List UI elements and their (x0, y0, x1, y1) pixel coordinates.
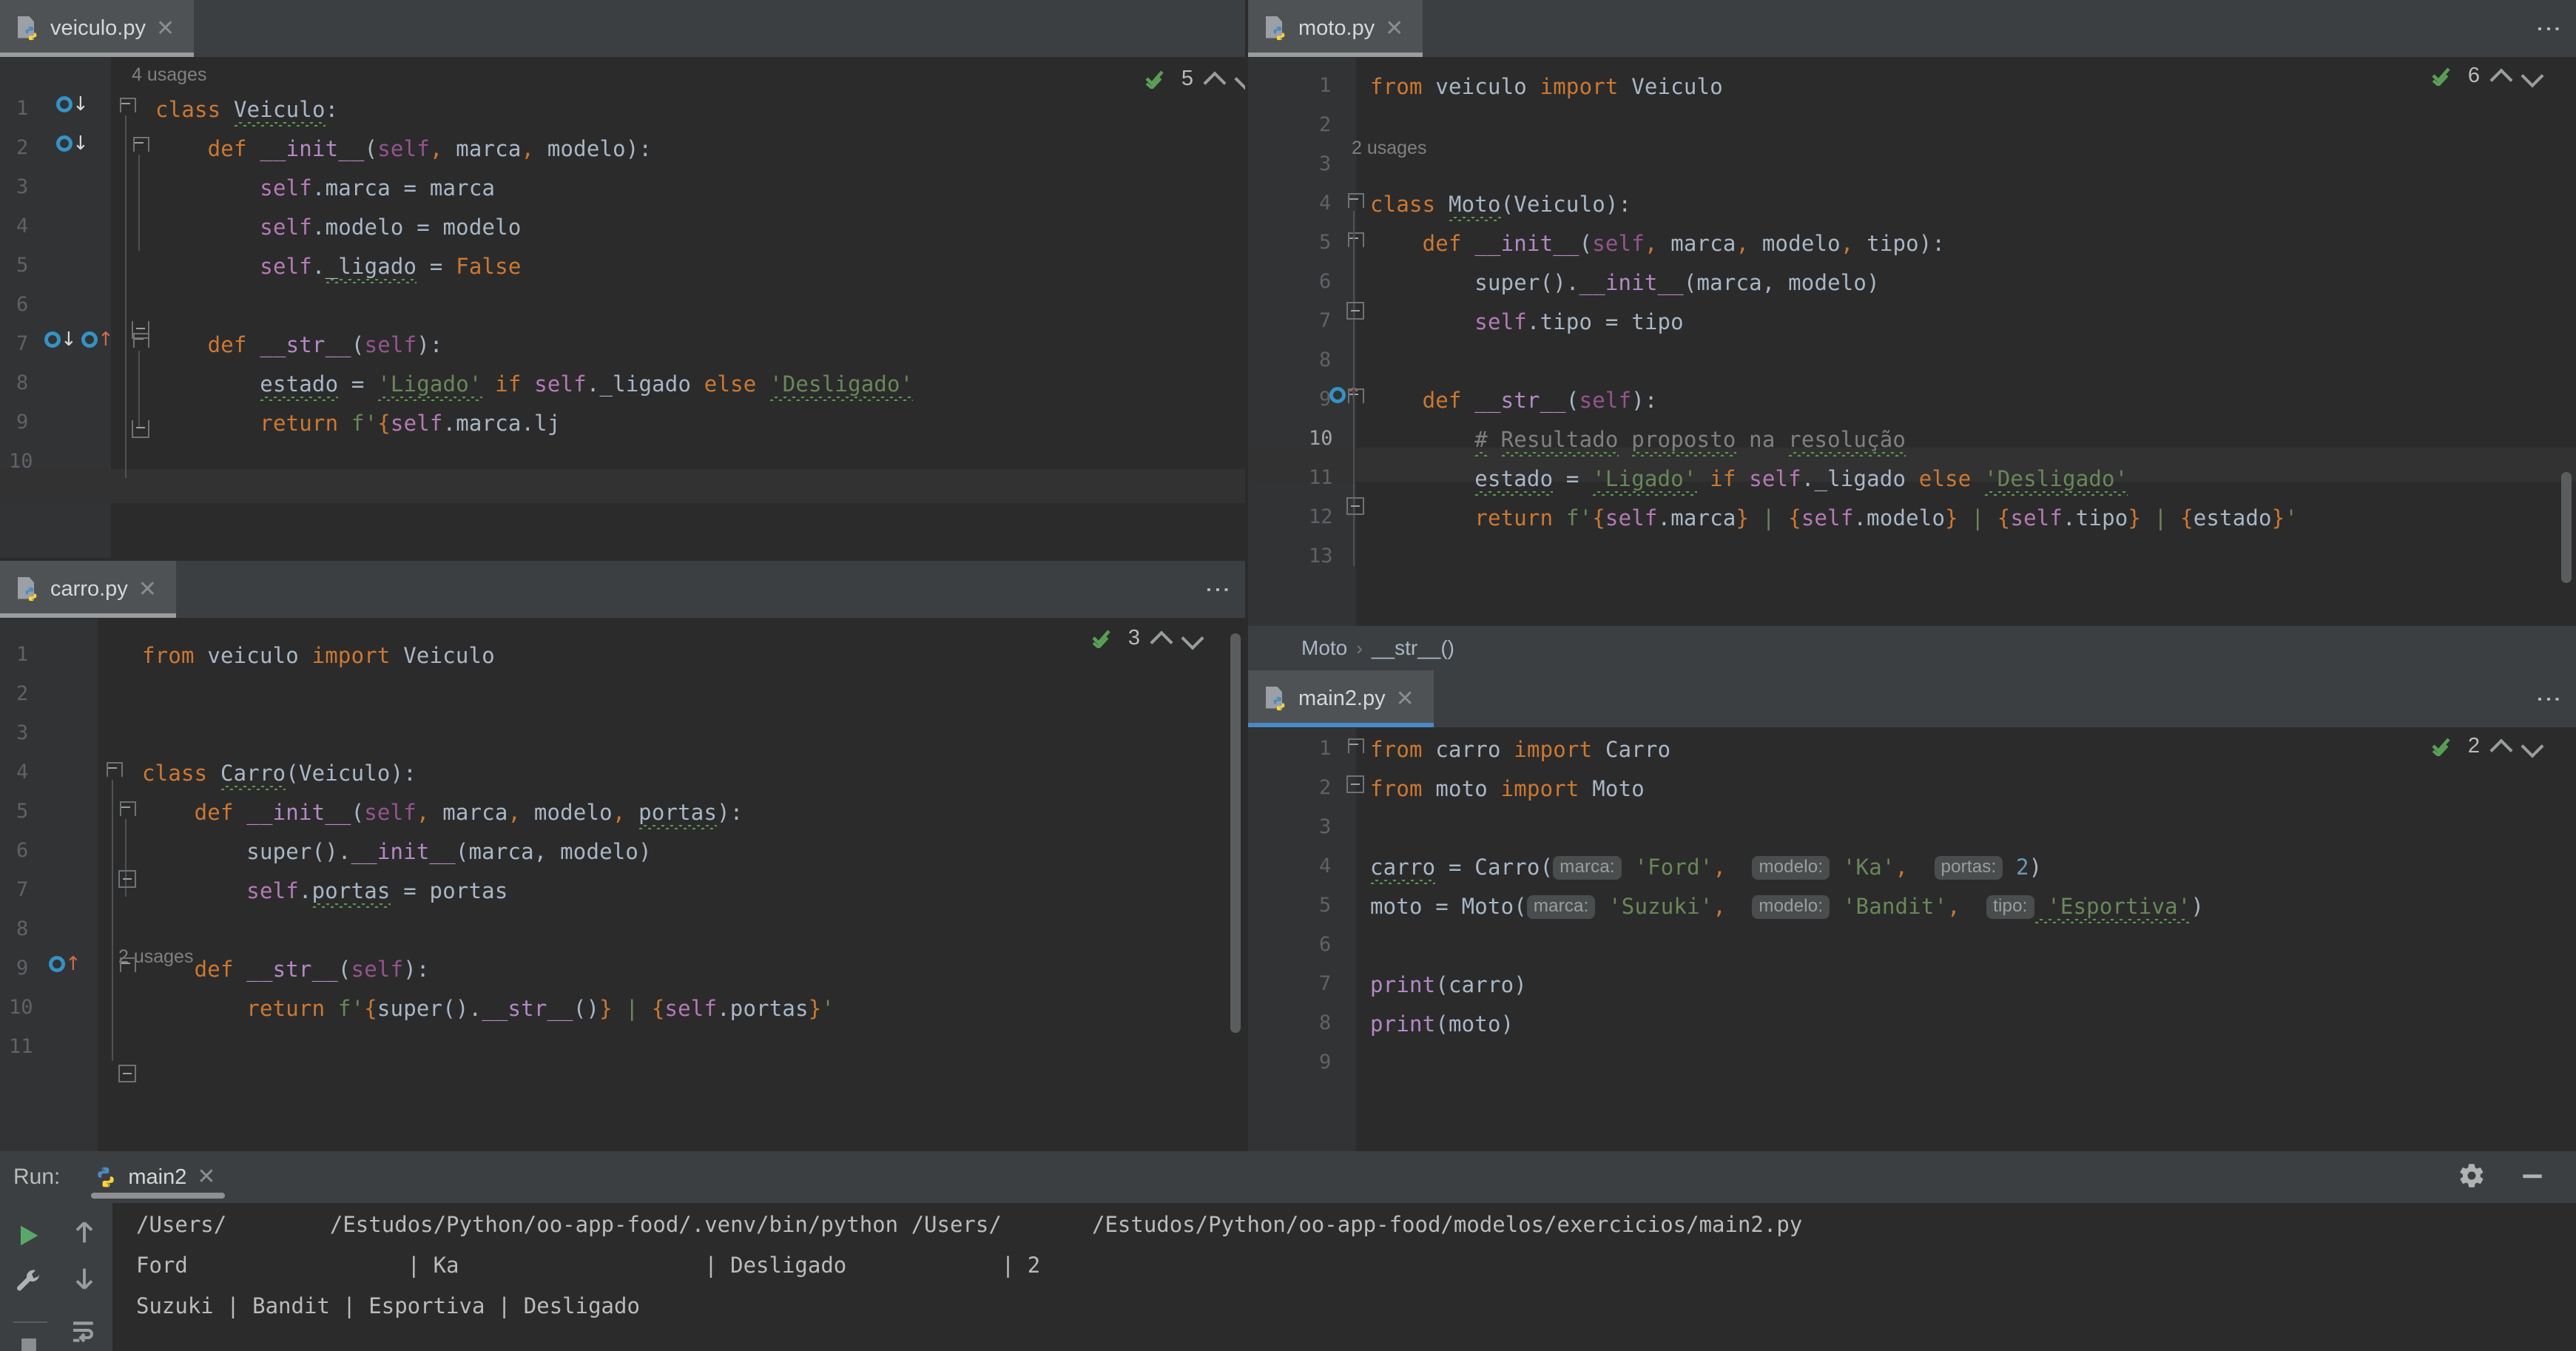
editor-scrollbar-carro[interactable] (1230, 633, 1241, 1033)
green-double-check-icon (1145, 70, 1164, 89)
console-line: Suzuki | Bandit | Esportiva | Desligado (136, 1293, 640, 1318)
breadcrumb[interactable]: Moto › __str__() (1301, 636, 1454, 660)
python-file-icon (18, 16, 40, 41)
param-hint-modelo: modelo: (1752, 856, 1830, 880)
tab-moto-py[interactable]: moto.py ✕ (1248, 0, 1423, 57)
close-icon[interactable]: ✕ (156, 17, 175, 40)
arrow-down-icon[interactable] (70, 1264, 99, 1296)
tabbar-carro: carro.py ✕ ⋮ (0, 561, 1245, 619)
param-hint-portas: portas: (1934, 856, 2003, 880)
tab-label: moto.py (1298, 16, 1375, 40)
param-hint-tipo: tipo: (1986, 895, 2034, 919)
editor-carro[interactable]: 2 usages 1 2 3 4 5 6 7 8 9 10 11 ↑ from … (0, 619, 1245, 1151)
editor-moto[interactable]: 2 usages 1 2 3 4 5 6 7 8 9 10 11 12 13 ↑… (1248, 58, 2576, 626)
arrow-up-icon[interactable] (70, 1218, 99, 1250)
inspection-count: 5 (1181, 67, 1193, 90)
editor-options-icon[interactable]: ⋮ (1201, 561, 1245, 618)
stop-square-icon[interactable] (16, 1333, 41, 1351)
close-icon[interactable]: ✕ (1385, 17, 1403, 40)
tab-main2-py[interactable]: main2.py ✕ (1248, 670, 1434, 727)
tabbar-main2: main2.py ✕ ⋮ (1248, 670, 2576, 728)
breadcrumb-bar: Moto › __str__() (1248, 626, 2576, 670)
gear-icon[interactable] (2458, 1162, 2486, 1193)
inspection-count: 2 (2467, 734, 2480, 758)
tabbar-spacer (1434, 670, 2532, 727)
run-toolbar-left (0, 1203, 56, 1351)
inspection-widget-main2[interactable]: 2 (2431, 734, 2542, 758)
close-icon[interactable]: ✕ (1396, 687, 1415, 710)
tab-label: carro.py (50, 577, 128, 601)
chevron-down-icon[interactable] (2523, 70, 2542, 82)
inspection-count: 3 (1127, 626, 1140, 650)
close-icon[interactable]: ✕ (197, 1166, 215, 1188)
param-hint-marca-2: marca: (1526, 895, 1596, 919)
tab-label: main2.py (1298, 687, 1386, 710)
chevron-up-icon[interactable] (2492, 741, 2511, 752)
minimize-icon[interactable] (2518, 1162, 2546, 1193)
chevron-down-icon[interactable] (2523, 741, 2542, 752)
wrench-icon[interactable] (13, 1267, 43, 1299)
breadcrumb-class[interactable]: Moto (1301, 636, 1347, 660)
param-hint-modelo-2: modelo: (1752, 895, 1830, 919)
python-file-icon (1266, 686, 1288, 712)
tabbar-spacer (176, 561, 1201, 618)
tab-carro-py[interactable]: carro.py ✕ (0, 561, 176, 618)
tabbar-spacer (1423, 0, 2532, 57)
inspection-count: 6 (2467, 64, 2480, 87)
inspection-widget-veiculo[interactable]: 5 (1144, 67, 1255, 91)
run-panel: Run: main2 ✕ /Users/ /Estudos/Python/oo-… (0, 1151, 2576, 1351)
soft-wrap-icon[interactable] (70, 1315, 99, 1348)
run-play-icon[interactable] (13, 1221, 43, 1253)
green-double-check-icon (2432, 67, 2450, 86)
tabbar-veiculo: veiculo.py ✕ ⋮ (0, 0, 1300, 58)
chevron-down-icon[interactable] (1183, 633, 1202, 644)
inspection-widget-carro[interactable]: 3 (1091, 626, 1202, 650)
ide-window: veiculo.py ✕ ⋮ 4 usages 1 2 3 4 5 6 7 8 … (0, 0, 2576, 1351)
run-tab-main2[interactable]: main2 ✕ (79, 1151, 232, 1203)
tabbar-spacer (194, 0, 1255, 57)
breadcrumb-separator: › (1356, 636, 1363, 659)
editor-options-icon[interactable]: ⋮ (2532, 0, 2576, 57)
code-veiculo: class Veiculo: def __init__(self, marca,… (155, 97, 914, 436)
console-line: /Users/ /Estudos/Python/oo-app-food/.ven… (136, 1212, 1803, 1237)
python-file-icon (18, 576, 40, 602)
chevron-up-icon[interactable] (2492, 70, 2511, 82)
horizontal-splitter-left[interactable] (0, 558, 1245, 561)
vertical-splitter[interactable] (1245, 0, 1248, 1151)
console-line: Ford | Ka | Desligado | 2 (136, 1253, 1041, 1278)
chevron-up-icon[interactable] (1205, 73, 1224, 85)
editor-scrollbar-moto[interactable] (2561, 472, 2572, 583)
code-main2: from carro import Carro from moto import… (1370, 737, 2205, 1037)
run-console-output[interactable]: /Users/ /Estudos/Python/oo-app-food/.ven… (112, 1203, 2576, 1351)
code-moto: from veiculo import Veiculo class Moto(V… (1370, 74, 2299, 530)
green-double-check-icon (1092, 630, 1110, 648)
tab-veiculo-py[interactable]: veiculo.py ✕ (0, 0, 195, 57)
run-tab-label: main2 (128, 1165, 187, 1189)
editor-main2[interactable]: 1 2 3 4 5 6 7 8 9 from carro import Carr… (1248, 728, 2576, 1151)
run-label: Run: (13, 1165, 61, 1189)
breadcrumb-method[interactable]: __str__() (1372, 636, 1454, 660)
editor-veiculo[interactable]: 4 usages 1 2 3 4 5 6 7 8 9 10 ↓ ↓ ↓ ↑ cl… (0, 58, 1300, 561)
tabbar-moto: moto.py ✕ ⋮ (1248, 0, 2576, 58)
run-panel-header: Run: main2 ✕ (0, 1151, 2576, 1203)
green-double-check-icon (2432, 738, 2450, 756)
chevron-up-icon[interactable] (1152, 633, 1171, 644)
code-carro: from veiculo import Veiculo class Carro(… (142, 643, 835, 1021)
run-toolbar-second (58, 1203, 112, 1351)
close-icon[interactable]: ✕ (138, 578, 157, 601)
python-icon (98, 1167, 115, 1187)
editor-options-icon[interactable]: ⋮ (2532, 670, 2576, 727)
tab-label: veiculo.py (50, 16, 146, 40)
param-hint-marca: marca: (1553, 856, 1622, 880)
inspection-widget-moto[interactable]: 6 (2431, 64, 2542, 88)
python-file-icon (1266, 16, 1288, 41)
